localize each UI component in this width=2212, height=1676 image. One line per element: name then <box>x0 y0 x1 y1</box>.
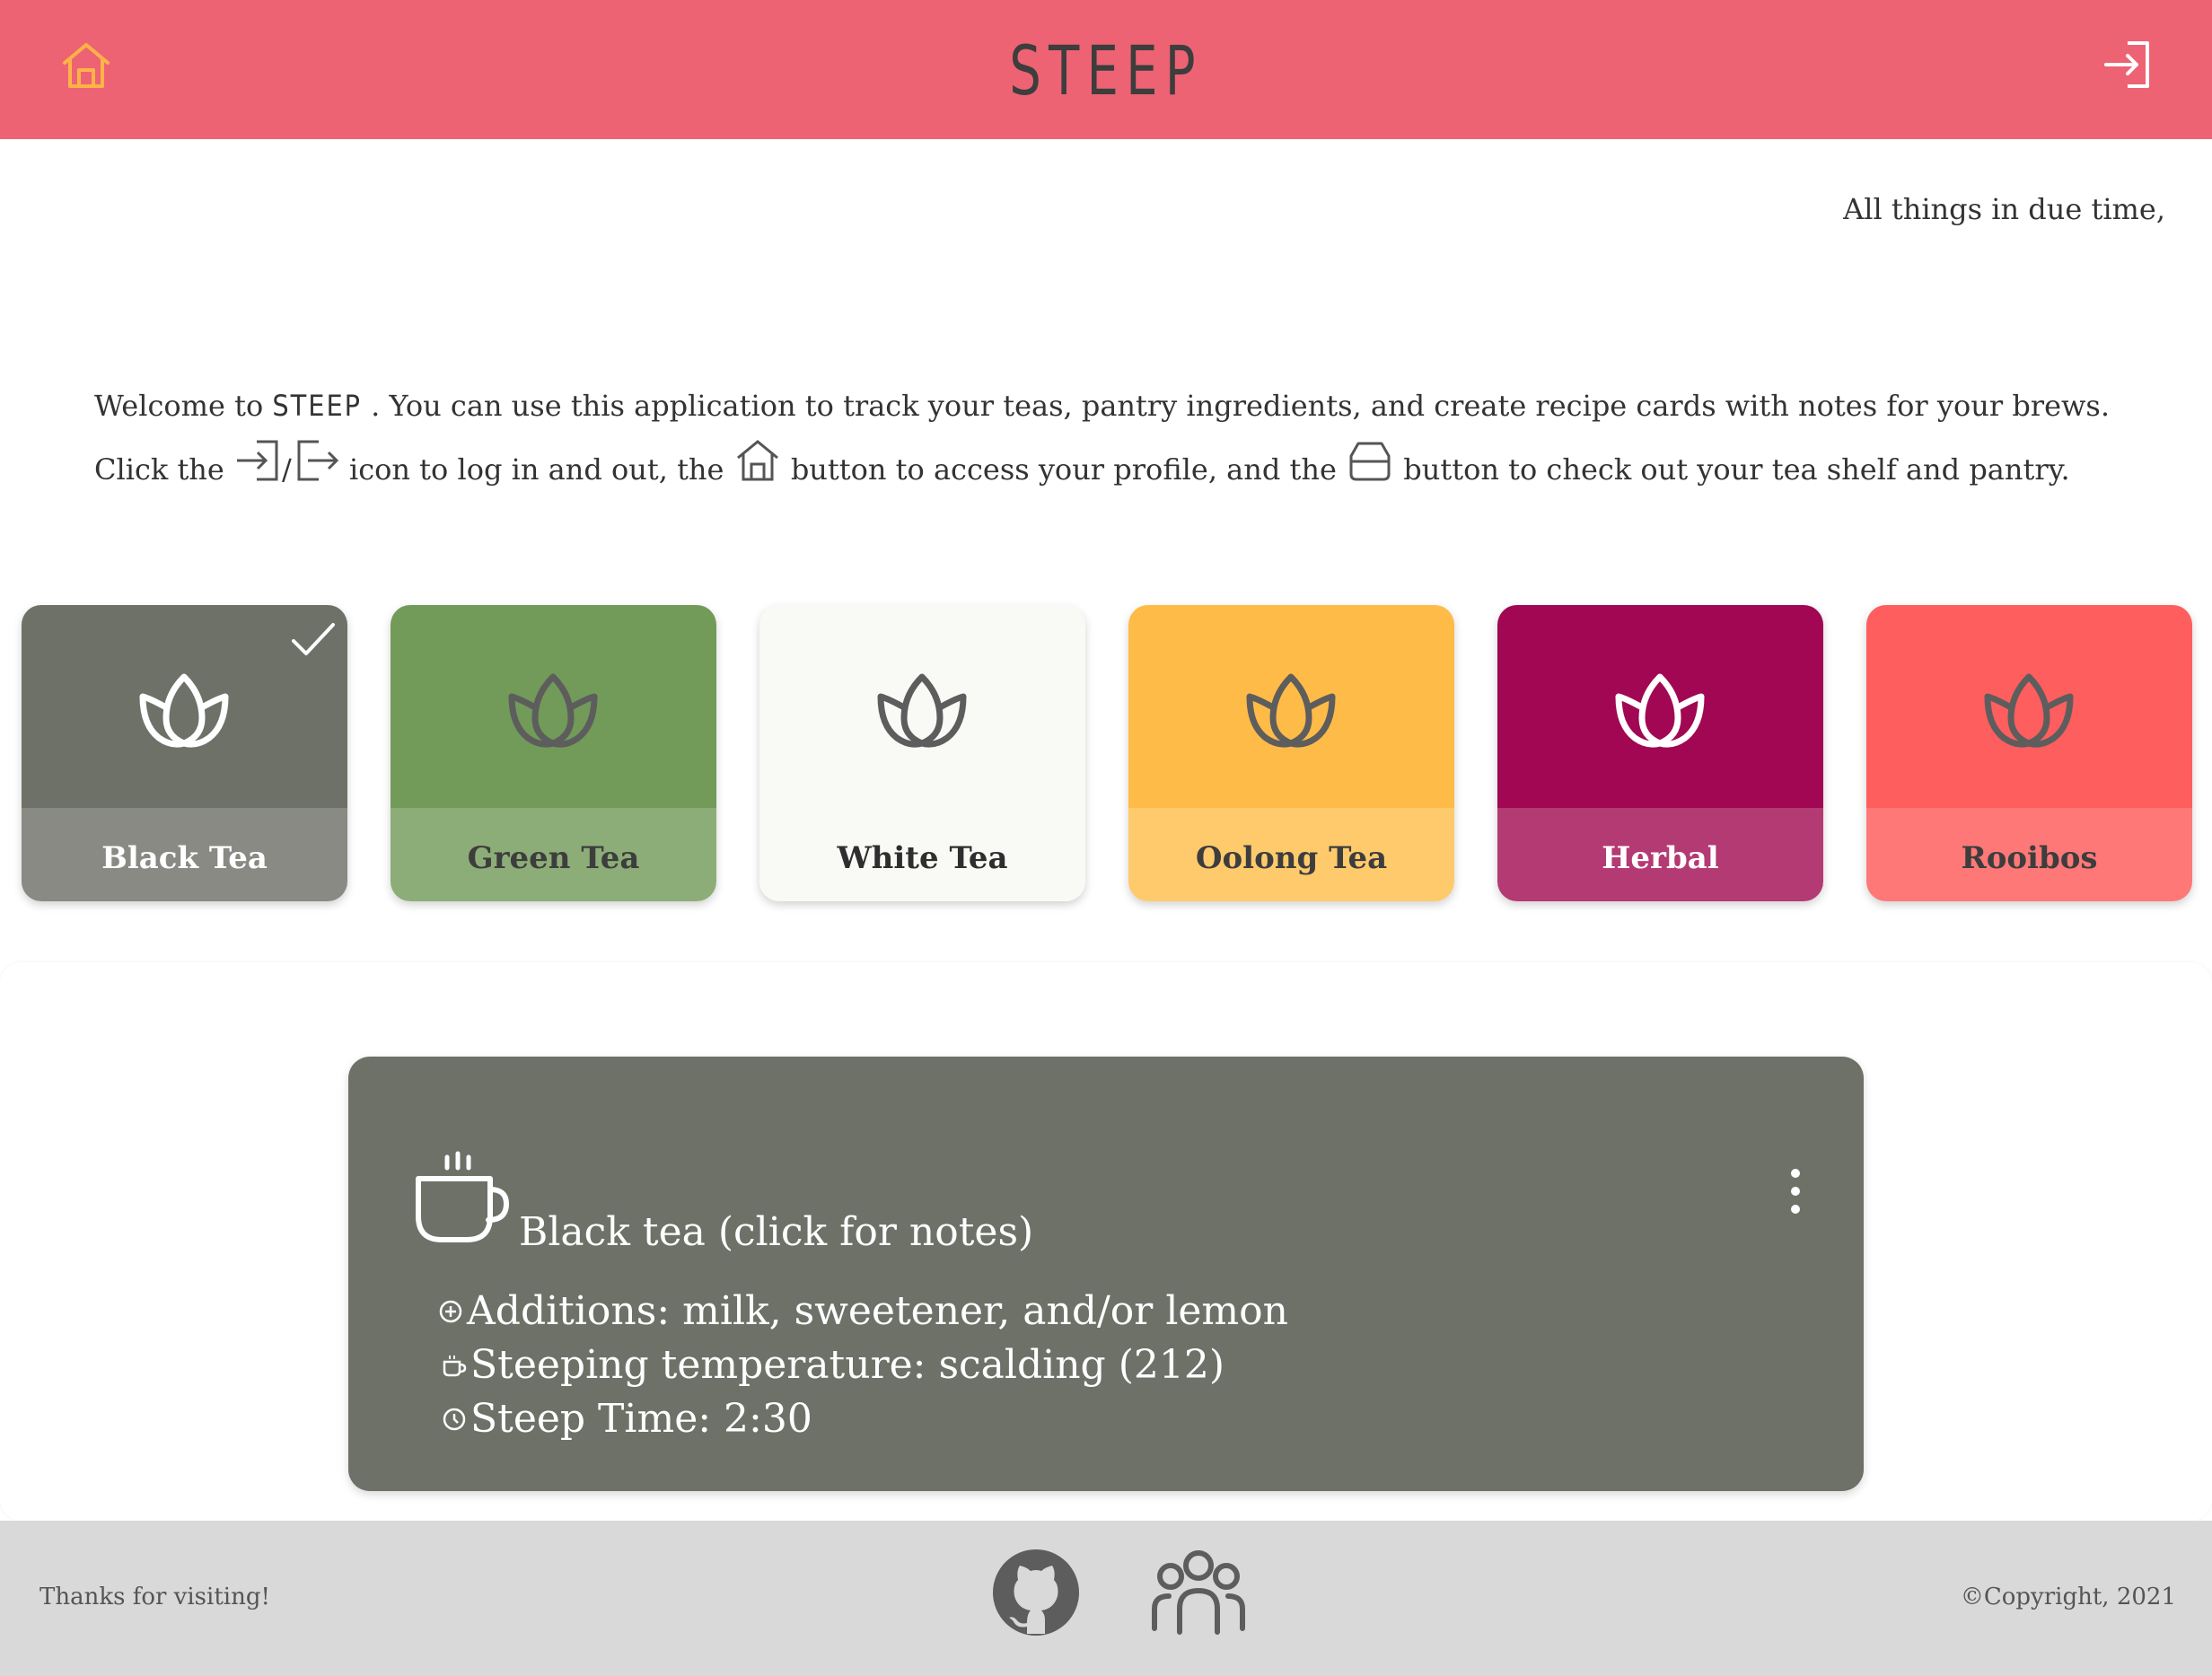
recipe-temperature-text: Steeping temperature: scalding (212) <box>470 1342 1225 1388</box>
intro-brand: STEEP <box>272 389 362 423</box>
recipe-card[interactable]: Black tea (click for notes) Additions: m… <box>348 1057 1864 1491</box>
recipe-temperature: Steeping temperature: scalding (212) <box>442 1342 1224 1388</box>
intro-shelf-text: button to check out your tea shelf and p… <box>1394 452 2070 487</box>
small-cup-icon <box>443 1356 467 1377</box>
lotus-icon <box>508 673 598 748</box>
tagline-quote: All things in due time, <box>1843 192 2165 226</box>
app-title: STEEP <box>1009 31 1203 110</box>
recipe-additions: Additions: milk, sweetener, and/or lemon <box>438 1288 1288 1334</box>
lotus-icon <box>1984 673 2074 748</box>
home-icon <box>736 440 778 481</box>
checkmark-icon <box>292 623 335 655</box>
intro-click: Click the <box>94 452 234 487</box>
team-icon[interactable] <box>1149 1546 1248 1639</box>
intro-text: Welcome to STEEP . You can use this appl… <box>94 375 2159 500</box>
tea-type-label: Black Tea <box>101 840 268 876</box>
clock-icon <box>443 1408 466 1431</box>
intro-description: . You can use this application to track … <box>361 389 2111 423</box>
lotus-icon <box>139 673 229 748</box>
tea-type-label: Rooibos <box>1961 840 2098 876</box>
tea-type-label: White Tea <box>837 840 1008 876</box>
recipe-steep-time-text: Steep Time: 2:30 <box>470 1396 812 1442</box>
tea-type-card-oolong-tea[interactable]: Oolong Tea <box>1128 605 1454 901</box>
recipe-additions-text: Additions: milk, sweetener, and/or lemon <box>467 1288 1288 1334</box>
lotus-icon <box>1246 673 1336 748</box>
tea-type-card-herbal[interactable]: Herbal <box>1497 605 1823 901</box>
intro-slash: / <box>282 452 292 487</box>
intro-login-text: icon to log in and out, the <box>339 452 733 487</box>
logout-icon <box>297 440 338 481</box>
intro-line-1: Welcome to STEEP . You can use this appl… <box>94 375 2159 436</box>
plus-circle-icon <box>439 1300 462 1323</box>
kebab-menu-icon[interactable] <box>1785 1164 1806 1218</box>
intro-welcome: Welcome to <box>94 389 273 423</box>
tea-type-label: Herbal <box>1602 840 1719 876</box>
login-icon[interactable] <box>2101 38 2155 92</box>
tea-type-label: Green Tea <box>467 840 640 876</box>
intro-line-2: Click the / icon to log in and out, the … <box>94 436 2159 500</box>
tea-type-card-black-tea[interactable]: Black Tea <box>22 605 347 901</box>
footer-thanks: Thanks for visiting! <box>40 1584 270 1610</box>
app-header: STEEP <box>0 0 2212 139</box>
tea-type-card-rooibos[interactable]: Rooibos <box>1866 605 2192 901</box>
login-icon <box>237 440 278 481</box>
tea-cup-icon <box>416 1151 510 1242</box>
tea-type-card-white-tea[interactable]: White Tea <box>759 605 1085 901</box>
github-icon[interactable] <box>991 1548 1081 1637</box>
home-icon[interactable] <box>59 39 113 93</box>
tea-type-card-green-tea[interactable]: Green Tea <box>391 605 716 901</box>
app-footer: Thanks for visiting! ©Copyright, 2021 <box>0 1521 2212 1676</box>
tea-shelf-icon <box>1349 442 1391 481</box>
tea-type-label: Oolong Tea <box>1195 840 1388 876</box>
lotus-icon <box>1615 673 1705 748</box>
intro-profile-text: button to access your profile, and the <box>781 452 1347 487</box>
lotus-icon <box>877 673 967 748</box>
recipe-title[interactable]: Black tea (click for notes) <box>519 1209 1033 1255</box>
tea-type-selector: Black Tea Green Tea White Tea Oolong Tea Her… <box>22 605 2192 901</box>
footer-copyright: ©Copyright, 2021 <box>1960 1584 2176 1610</box>
recipe-steep-time: Steep Time: 2:30 <box>442 1396 812 1442</box>
